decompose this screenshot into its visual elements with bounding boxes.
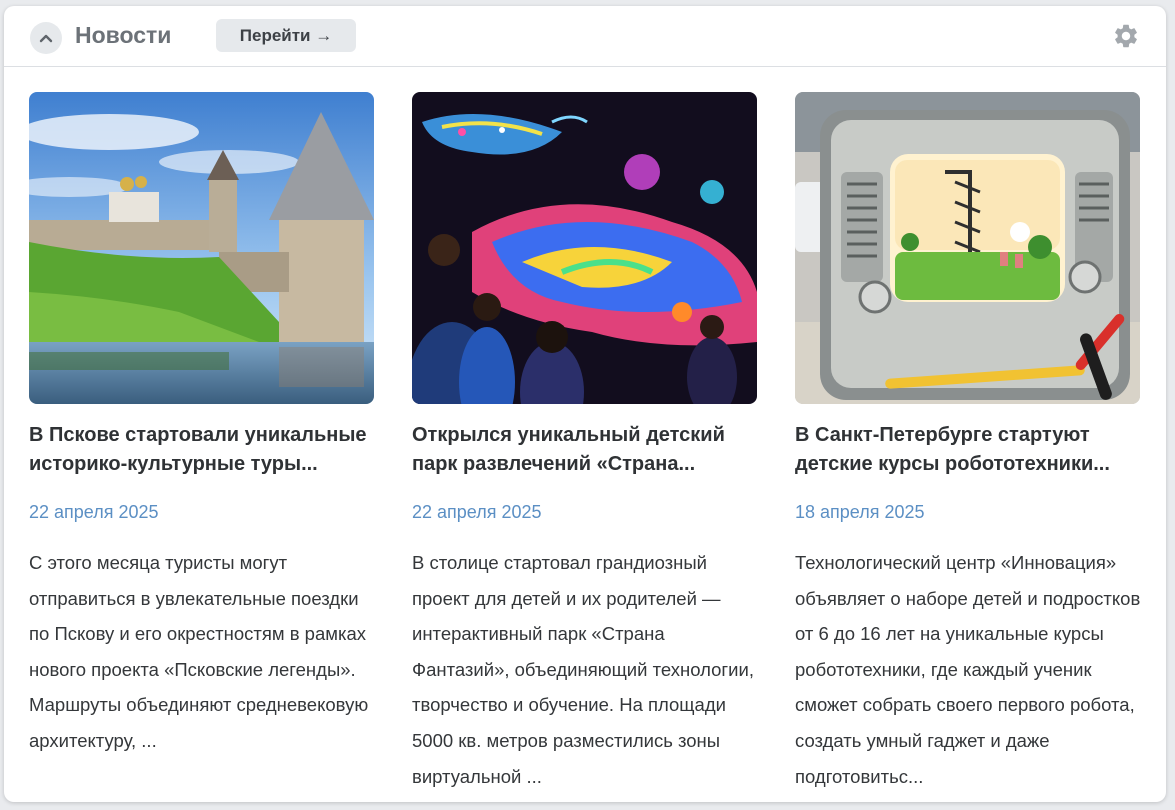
go-button[interactable]: Перейти →: [216, 19, 356, 52]
news-date: 22 апреля 2025: [412, 502, 542, 522]
news-text: С этого месяца туристы могут отправиться…: [29, 552, 369, 751]
news-text: В столице стартовал грандиозный проект д…: [412, 552, 754, 787]
news-text: Технологический центр «Инновация» объявл…: [795, 552, 1141, 787]
news-image-kids-park[interactable]: [412, 92, 757, 404]
news-image-pskov-kremlin[interactable]: [29, 92, 374, 404]
chevron-up-icon: [39, 34, 53, 43]
news-card[interactable]: Открылся уникальный детский парк развлеч…: [412, 92, 758, 795]
widget-header: Новости Перейти →: [4, 6, 1166, 67]
news-date: 22 апреля 2025: [29, 502, 159, 522]
news-card[interactable]: В Пскове стартовали уникальные историко-…: [29, 92, 375, 795]
news-image-robotics-diorama[interactable]: [795, 92, 1140, 404]
news-widget: Новости Перейти → В Пскове стартовали ун…: [4, 6, 1166, 802]
news-headline[interactable]: В Санкт-Петербурге стартуют детские курс…: [795, 421, 1141, 479]
news-headline[interactable]: Открылся уникальный детский парк развлеч…: [412, 421, 758, 479]
news-headline[interactable]: В Пскове стартовали уникальные историко-…: [29, 421, 375, 479]
collapse-button[interactable]: [30, 22, 62, 54]
news-date: 18 апреля 2025: [795, 502, 925, 522]
widget-title: Новости: [75, 22, 172, 48]
news-card[interactable]: В Санкт-Петербурге стартуют детские курс…: [795, 92, 1141, 795]
gear-icon[interactable]: [1112, 22, 1140, 50]
